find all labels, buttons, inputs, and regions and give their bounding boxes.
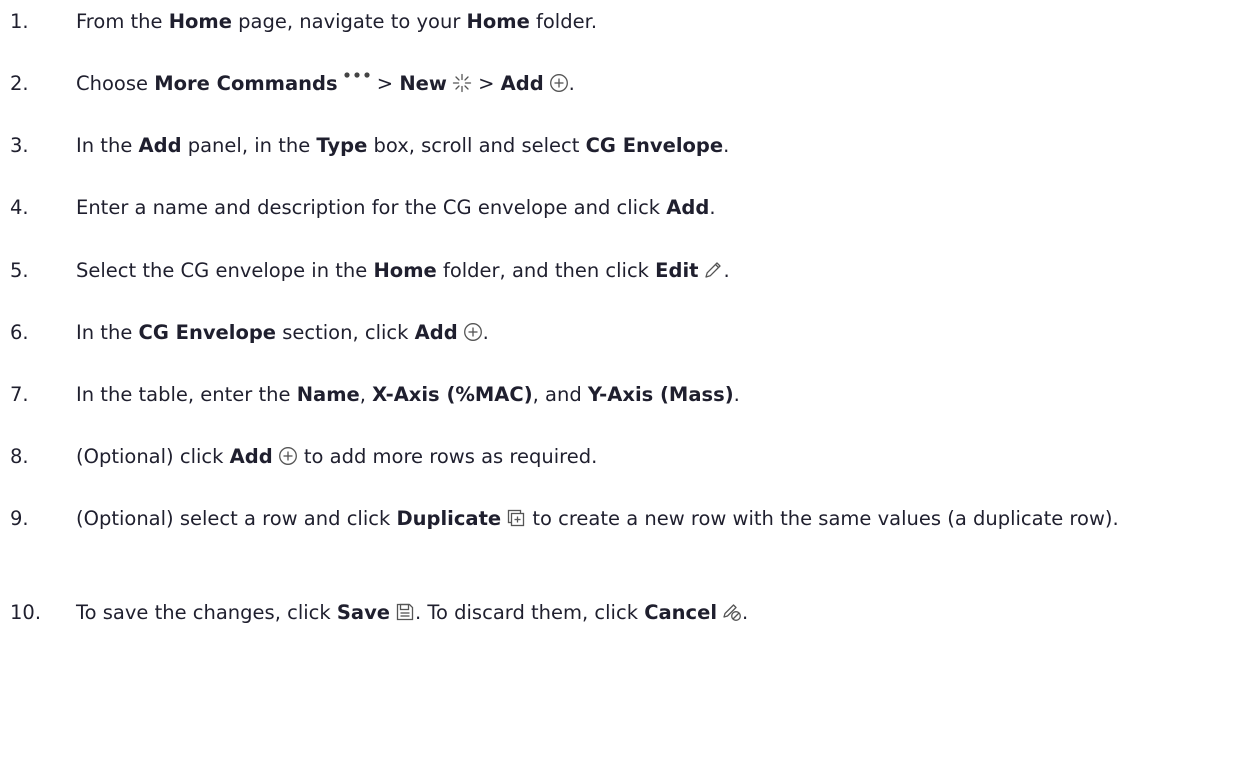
step-number: 10. [10, 601, 42, 624]
step-text-run: Select the CG envelope in the [76, 259, 374, 282]
ui-term: Save [336, 601, 391, 624]
step-text-run: Choose [76, 72, 155, 95]
step-text-run: folder. [529, 10, 598, 33]
edit-pencil-icon [703, 260, 723, 280]
step-text: Choose More Commands > New > Add. [76, 70, 1226, 98]
step-text: Select the CG envelope in the Home folde… [76, 257, 1226, 285]
step-text-run: . [723, 134, 730, 157]
step-text-run: , and [532, 383, 588, 406]
step-text-run: . [742, 601, 749, 624]
step-text-run: to add more rows as required. [297, 445, 598, 468]
more-commands-icon [343, 70, 371, 90]
step-number: 4. [10, 196, 29, 219]
ui-term: Y-Axis (Mass) [587, 383, 734, 406]
add-circle-icon [278, 446, 298, 466]
ui-term: Add [666, 196, 710, 219]
ui-term: X-Axis (%MAC) [372, 383, 533, 406]
step-text-run: In the [76, 134, 139, 157]
step-text-run: . [733, 383, 740, 406]
ui-term: Add [138, 134, 182, 157]
ui-term: Home [466, 10, 530, 33]
step-text-run: (Optional) click [76, 445, 230, 468]
ui-term: Add [500, 72, 544, 95]
step-number: 7. [10, 383, 29, 406]
step-text-run: In the table, enter the [76, 383, 297, 406]
step-text-run: panel, in the [181, 134, 317, 157]
save-icon [395, 602, 415, 622]
step-number: 6. [10, 321, 29, 344]
step-text-run: folder, and then click [436, 259, 656, 282]
ui-term: New [399, 72, 447, 95]
step-text-run: . [568, 72, 575, 95]
cancel-edit-icon [722, 602, 742, 622]
step-text-run: , [359, 383, 373, 406]
step-number: 1. [10, 10, 29, 33]
ui-term: Edit [655, 259, 699, 282]
add-circle-icon [549, 73, 569, 93]
new-sparkle-icon [452, 73, 472, 93]
step-text: In the table, enter the Name, X-Axis (%M… [76, 381, 1226, 409]
ui-term: Cancel [644, 601, 718, 624]
step-text: (Optional) select a row and click Duplic… [76, 505, 1226, 533]
step-number: 8. [10, 445, 29, 468]
step-text: In the CG Envelope section, click Add. [76, 319, 1226, 347]
ui-term: Home [373, 259, 437, 282]
step-text-run: In the [76, 321, 139, 344]
step-text: Enter a name and description for the CG … [76, 194, 1226, 222]
step-text-run: > [471, 72, 501, 95]
step-text-run: > [370, 72, 400, 95]
ui-term: Name [296, 383, 360, 406]
step-text-run: Enter a name and description for the CG … [76, 196, 667, 219]
step-number: 3. [10, 134, 29, 157]
step-text-run: . [723, 259, 730, 282]
ui-term: Add [229, 445, 273, 468]
step-text-run: section, click [276, 321, 415, 344]
step-text-run: . To discard them, click [415, 601, 645, 624]
step-text-run: To save the changes, click [76, 601, 337, 624]
step-text: From the Home page, navigate to your Hom… [76, 8, 1226, 36]
step-text: (Optional) click Add to add more rows as… [76, 443, 1226, 471]
step-number: 9. [10, 507, 29, 530]
step-text-run: page, navigate to your [231, 10, 467, 33]
step-text-run: . [709, 196, 716, 219]
add-circle-icon [463, 322, 483, 342]
ui-term: CG Envelope [138, 321, 277, 344]
ui-term: Type [316, 134, 368, 157]
step-text: To save the changes, click Save . To disc… [76, 599, 1226, 627]
step-text-run: (Optional) select a row and click [76, 507, 397, 530]
ui-term: Home [168, 10, 232, 33]
step-number: 2. [10, 72, 29, 95]
step-number: 5. [10, 259, 29, 282]
duplicate-icon [506, 508, 526, 528]
step-text: In the Add panel, in the Type box, scrol… [76, 132, 1226, 160]
ui-term: Duplicate [396, 507, 502, 530]
instruction-steps: 1. From the Home page, navigate to your … [0, 0, 1238, 759]
ui-term: More Commands [154, 72, 338, 95]
step-text-run: . [482, 321, 489, 344]
ui-term: Add [414, 321, 458, 344]
step-text-run: box, scroll and select [367, 134, 586, 157]
step-text-run: to create a new row with the same values… [526, 507, 1119, 530]
step-text-run: From the [76, 10, 169, 33]
ui-term: CG Envelope [585, 134, 724, 157]
